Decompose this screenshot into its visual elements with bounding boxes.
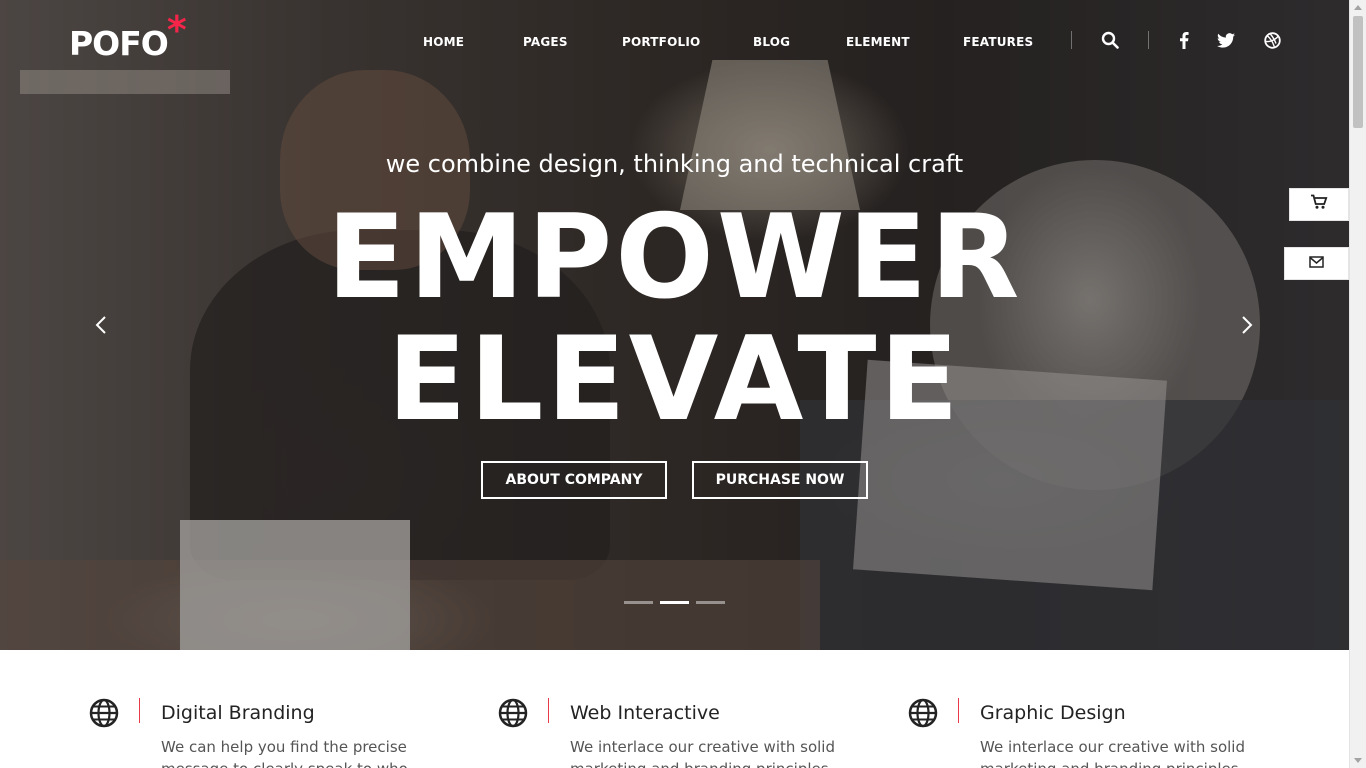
feature-graphic-design: Graphic Design We interlace our creative… bbox=[908, 698, 1245, 768]
mail-widget[interactable] bbox=[1284, 247, 1349, 280]
hero-headline-1: EMPOWER bbox=[326, 190, 1023, 325]
cart-icon bbox=[1310, 194, 1328, 215]
feature-divider bbox=[548, 698, 549, 723]
feature-divider bbox=[139, 698, 140, 723]
nav-pages[interactable]: PAGES bbox=[523, 35, 568, 49]
globe-icon bbox=[498, 698, 528, 728]
logo-mark: * bbox=[166, 8, 187, 52]
slider-next-arrow[interactable] bbox=[1236, 314, 1258, 336]
hero-tagline: we combine design, thinking and technica… bbox=[385, 150, 964, 178]
hero-headline-2: ELEVATE bbox=[387, 312, 962, 447]
logo-text: POFO bbox=[69, 24, 169, 63]
nav-home[interactable]: HOME bbox=[423, 35, 464, 49]
feature-text: We can help you find the precise message… bbox=[161, 738, 408, 768]
page-scrollbar[interactable] bbox=[1349, 0, 1366, 768]
feature-title: Digital Branding bbox=[161, 702, 315, 724]
globe-icon bbox=[908, 698, 938, 728]
search-icon[interactable] bbox=[1100, 30, 1120, 50]
nav-portfolio[interactable]: PORTFOLIO bbox=[622, 35, 700, 49]
feature-text: We interlace our creative with solid mar… bbox=[980, 738, 1245, 768]
scroll-down-arrow[interactable] bbox=[1354, 758, 1362, 763]
about-company-button[interactable]: ABOUT COMPANY bbox=[481, 461, 667, 499]
mail-icon bbox=[1309, 255, 1324, 273]
hero-slider: POFO* HOME PAGES PORTFOLIO BLOG ELEMENT … bbox=[0, 0, 1349, 650]
feature-web-interactive: Web Interactive We interlace our creativ… bbox=[498, 698, 835, 768]
feature-digital-branding: Digital Branding We can help you find th… bbox=[89, 698, 419, 768]
dribbble-icon[interactable] bbox=[1262, 30, 1282, 50]
slider-prev-arrow[interactable] bbox=[90, 314, 112, 336]
slider-dot-2[interactable] bbox=[660, 601, 689, 604]
nav-divider bbox=[1148, 31, 1149, 49]
feature-title: Graphic Design bbox=[980, 702, 1126, 724]
slider-dot-1[interactable] bbox=[624, 601, 653, 604]
feature-title: Web Interactive bbox=[570, 702, 720, 724]
scroll-up-arrow[interactable] bbox=[1354, 5, 1362, 10]
feature-divider bbox=[958, 698, 959, 723]
slider-dot-3[interactable] bbox=[696, 601, 725, 604]
scroll-thumb[interactable] bbox=[1353, 16, 1363, 128]
globe-icon bbox=[89, 698, 119, 728]
twitter-icon[interactable] bbox=[1216, 30, 1236, 50]
purchase-now-button[interactable]: PURCHASE NOW bbox=[692, 461, 868, 499]
nav-element[interactable]: ELEMENT bbox=[846, 35, 910, 49]
site-logo[interactable]: POFO* bbox=[69, 8, 187, 64]
facebook-icon[interactable] bbox=[1174, 30, 1194, 50]
feature-text: We interlace our creative with solid mar… bbox=[570, 738, 835, 768]
nav-features[interactable]: FEATURES bbox=[963, 35, 1033, 49]
cart-widget[interactable] bbox=[1289, 188, 1349, 221]
nav-divider bbox=[1071, 31, 1072, 49]
slider-pagination bbox=[624, 601, 725, 604]
nav-blog[interactable]: BLOG bbox=[753, 35, 790, 49]
